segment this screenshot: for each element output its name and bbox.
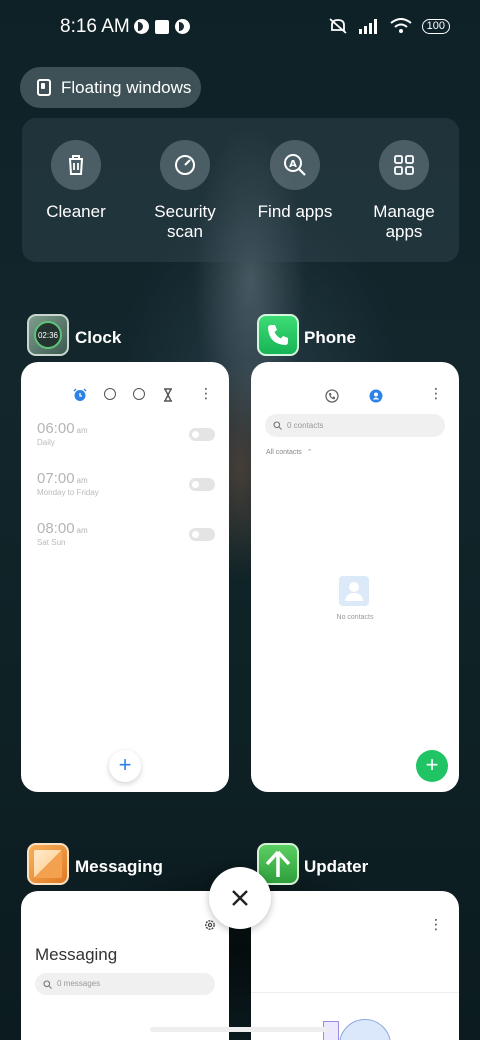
- security-scan-label: Security scan: [154, 202, 216, 241]
- more-options-icon[interactable]: ⋮: [199, 386, 213, 400]
- messaging-icon-glyph: [34, 850, 62, 878]
- manage-apps-label: Manage apps: [373, 202, 435, 241]
- alarm-toggle[interactable]: [189, 478, 215, 491]
- close-all-button[interactable]: [209, 867, 271, 929]
- close-icon: [232, 890, 248, 906]
- alarm-repeat: Monday to Friday: [37, 488, 99, 497]
- contacts-search-placeholder: 0 contacts: [287, 421, 324, 430]
- alarm-repeat: Sat Sun: [37, 538, 66, 547]
- alarm-row[interactable]: 07:00 am Monday to Friday: [37, 470, 215, 497]
- contacts-search-input[interactable]: 0 contacts: [265, 414, 445, 437]
- clock-icon-face: 02:36: [34, 321, 62, 349]
- search-icon: [43, 980, 52, 989]
- trash-icon: [51, 140, 101, 190]
- quick-tools-panel: Cleaner Security scan A Find apps Manage…: [22, 118, 459, 262]
- status-time: 8:16 AM: [60, 16, 130, 37]
- home-indicator[interactable]: [150, 1027, 329, 1032]
- filter-chevron-icon: ⌃: [306, 449, 313, 456]
- timer-tab-icon[interactable]: [162, 388, 174, 402]
- phone-app-icon[interactable]: [257, 314, 299, 356]
- alarm-tab-icon[interactable]: [73, 388, 87, 402]
- contacts-tab-icon[interactable]: [369, 389, 383, 403]
- notification-icon: [175, 19, 190, 34]
- messages-search-placeholder: 0 messages: [57, 979, 101, 988]
- phone-handset-icon: [268, 325, 288, 345]
- floating-window-icon: [37, 79, 51, 96]
- contacts-filter[interactable]: All contacts ⌃: [266, 448, 313, 456]
- alarm-ampm: am: [76, 426, 88, 435]
- alarm-row[interactable]: 06:00 am Daily: [37, 420, 215, 447]
- more-options-icon[interactable]: ⋮: [429, 386, 443, 400]
- find-apps-button[interactable]: A Find apps: [240, 140, 350, 222]
- floating-windows-button[interactable]: Floating windows: [20, 67, 201, 108]
- alarm-repeat: Daily: [37, 438, 55, 447]
- alarm-ampm: am: [76, 476, 88, 485]
- find-apps-label: Find apps: [257, 202, 333, 221]
- empty-contacts-text: No contacts: [336, 614, 374, 621]
- update-illustration-circle: [339, 1019, 391, 1040]
- security-scan-icon: [160, 140, 210, 190]
- updater-app-card[interactable]: ⋮: [251, 891, 459, 1040]
- settings-gear-icon[interactable]: [204, 919, 216, 931]
- manage-apps-icon: [379, 140, 429, 190]
- manage-apps-button[interactable]: Manage apps: [349, 140, 459, 242]
- messages-search-input[interactable]: 0 messages: [35, 973, 215, 995]
- svg-text:A: A: [289, 159, 297, 170]
- floating-windows-label: Floating windows: [61, 77, 192, 97]
- alarm-time: 07:00: [37, 470, 75, 487]
- clock-app-card[interactable]: ⋮ 06:00 am Daily 07:00 am Monday to Friday…: [21, 362, 229, 792]
- phone-app-name: Phone: [304, 328, 356, 347]
- add-alarm-button[interactable]: +: [109, 750, 141, 782]
- messaging-app-icon[interactable]: [27, 843, 69, 885]
- phone-app-card[interactable]: ⋮ 0 contacts All contacts ⌃ No contacts …: [251, 362, 459, 792]
- signal-icon: [358, 19, 377, 34]
- alarm-toggle[interactable]: [189, 528, 215, 541]
- clock-app-icon[interactable]: 02:36: [27, 314, 69, 356]
- notification-square-icon: [155, 19, 169, 34]
- status-right-icons: 100: [328, 17, 450, 35]
- wifi-icon: [390, 18, 412, 33]
- find-apps-icon: A: [270, 140, 320, 190]
- messaging-app-name: Messaging: [75, 857, 163, 876]
- messaging-title: Messaging: [35, 945, 118, 964]
- stopwatch-tab-icon[interactable]: [133, 388, 145, 400]
- messaging-app-card[interactable]: Messaging 0 messages: [21, 891, 229, 1040]
- clock-tabs: [73, 388, 174, 402]
- notification-icon: [134, 19, 149, 34]
- security-scan-button[interactable]: Security scan: [130, 140, 240, 242]
- alarm-toggle[interactable]: [189, 428, 215, 441]
- alarm-row[interactable]: 08:00 am Sat Sun: [37, 520, 215, 547]
- alarm-time: 06:00: [37, 420, 75, 437]
- updater-app-name: Updater: [304, 857, 369, 876]
- empty-contacts-icon: [339, 576, 369, 606]
- status-notification-icons: [134, 19, 190, 34]
- contacts-filter-label: All contacts: [266, 449, 302, 456]
- more-options-icon[interactable]: ⋮: [429, 917, 443, 931]
- alarm-ampm: am: [76, 526, 88, 535]
- add-contact-button[interactable]: +: [416, 750, 448, 782]
- alarm-time: 08:00: [37, 520, 75, 537]
- cleaner-button[interactable]: Cleaner: [21, 140, 131, 222]
- battery-indicator: 100: [421, 18, 450, 34]
- mute-icon: [329, 18, 347, 34]
- divider: [251, 992, 459, 993]
- arrow-up-icon: [265, 850, 291, 877]
- world-clock-tab-icon[interactable]: [104, 388, 116, 400]
- cleaner-label: Cleaner: [46, 202, 106, 221]
- clock-app-name: Clock: [75, 328, 122, 347]
- recents-tab-icon[interactable]: [325, 389, 339, 403]
- search-icon: [273, 421, 282, 430]
